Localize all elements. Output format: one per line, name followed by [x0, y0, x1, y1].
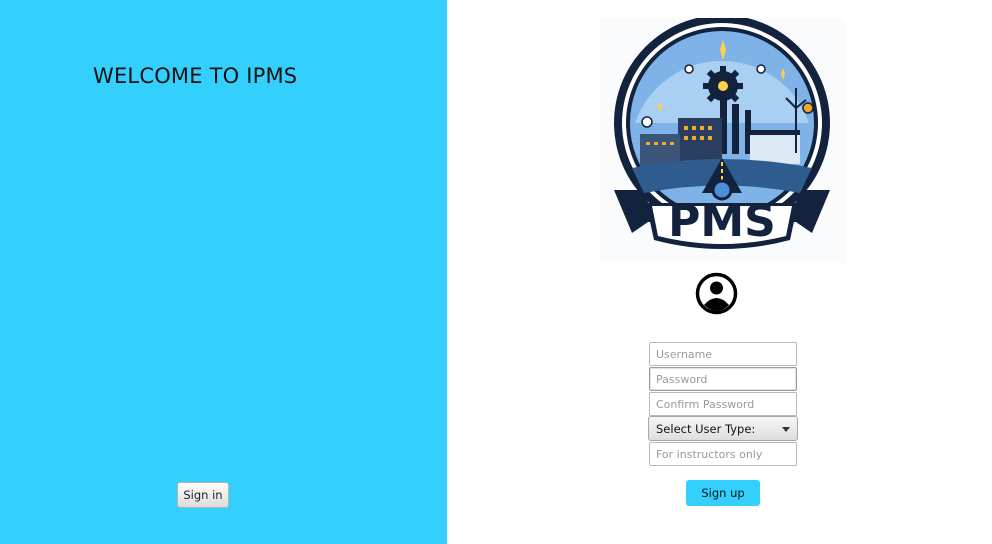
- pms-logo: PMS: [600, 18, 845, 263]
- password-field[interactable]: [649, 367, 797, 391]
- small-gauge-icon: [641, 116, 653, 128]
- user-avatar-icon: [695, 272, 738, 315]
- chevron-down-icon: [782, 427, 790, 432]
- sign-in-button[interactable]: Sign in: [177, 482, 229, 508]
- username-field[interactable]: [649, 342, 797, 366]
- confirm-password-field[interactable]: [649, 392, 797, 416]
- user-type-select[interactable]: Select User Type:: [648, 416, 798, 441]
- instructor-field[interactable]: [649, 442, 797, 466]
- welcome-panel: WELCOME TO IPMS Sign in: [0, 0, 447, 544]
- small-gauge-icon: [684, 64, 694, 74]
- logo-text: PMS: [668, 196, 776, 247]
- small-gauge-icon: [802, 102, 814, 114]
- welcome-heading: WELCOME TO IPMS: [93, 64, 298, 88]
- user-type-selected-value: Select User Type:: [656, 421, 756, 436]
- sign-up-button[interactable]: Sign up: [686, 480, 760, 506]
- small-gauge-icon: [756, 64, 766, 74]
